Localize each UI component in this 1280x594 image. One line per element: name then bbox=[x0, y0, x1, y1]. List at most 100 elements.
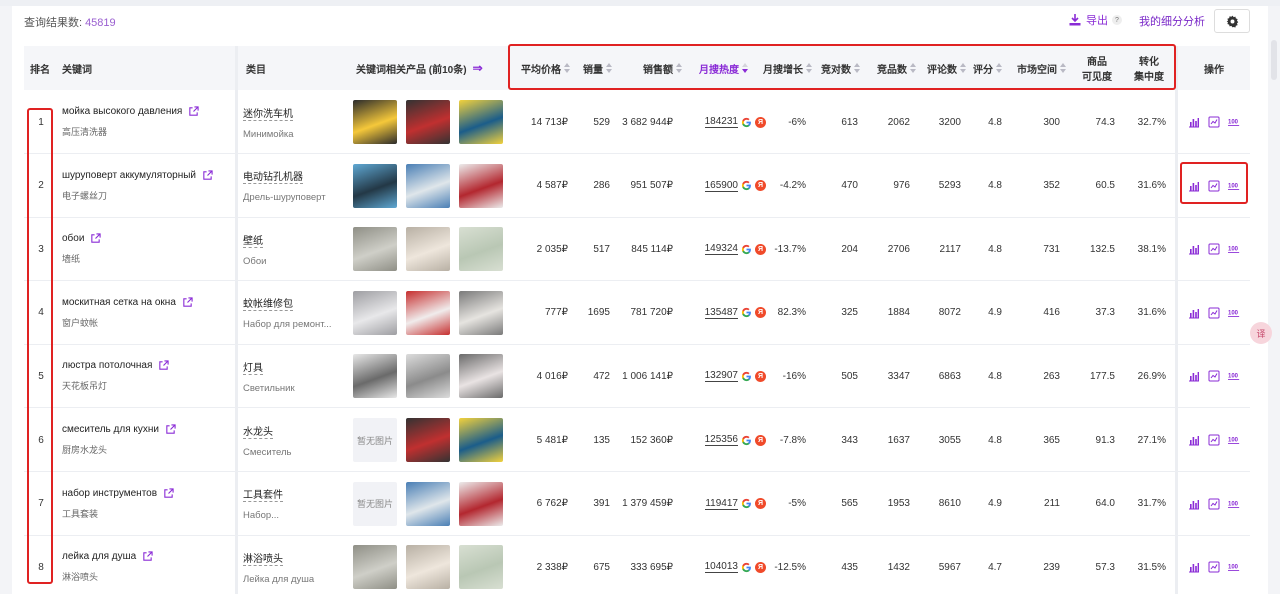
sort-icon[interactable] bbox=[806, 63, 812, 73]
google-icon[interactable] bbox=[741, 498, 752, 509]
keyword-ru[interactable]: лейка для душа bbox=[62, 551, 136, 562]
external-link-icon[interactable] bbox=[188, 106, 199, 117]
category-zh[interactable]: 蚊帐维修包 bbox=[243, 295, 293, 312]
top-100-icon[interactable]: 100 bbox=[1228, 116, 1240, 128]
google-icon[interactable] bbox=[741, 117, 752, 128]
product-thumbnail[interactable] bbox=[406, 545, 450, 590]
my-analysis-link[interactable]: 我的细分分析 bbox=[1139, 13, 1205, 29]
external-link-icon[interactable] bbox=[90, 233, 102, 244]
product-thumbnail[interactable] bbox=[459, 545, 503, 590]
analysis-icon[interactable] bbox=[1208, 561, 1220, 573]
external-link-icon[interactable] bbox=[142, 551, 153, 562]
product-thumbnail[interactable] bbox=[353, 354, 397, 399]
bar-chart-icon[interactable] bbox=[1188, 116, 1200, 128]
sort-icon[interactable] bbox=[1060, 63, 1066, 73]
sort-icon[interactable] bbox=[676, 63, 682, 73]
product-thumbnail[interactable] bbox=[459, 163, 503, 208]
product-thumbnail[interactable] bbox=[459, 100, 503, 144]
external-link-icon[interactable] bbox=[202, 169, 213, 181]
help-icon[interactable]: ? bbox=[1112, 15, 1122, 25]
product-thumbnail[interactable] bbox=[406, 481, 450, 526]
top-100-icon[interactable]: 100 bbox=[1228, 434, 1240, 446]
product-thumbnail[interactable] bbox=[353, 163, 397, 208]
keyword-ru[interactable]: шуруповерт аккумуляторный bbox=[62, 170, 196, 181]
bar-chart-icon[interactable] bbox=[1188, 243, 1200, 255]
header-competition[interactable]: 竞对数 bbox=[814, 46, 860, 90]
header-sales[interactable]: 销量 bbox=[572, 46, 612, 90]
monthly-heat-value[interactable]: 165900 bbox=[704, 180, 738, 192]
bar-chart-icon[interactable] bbox=[1188, 307, 1200, 319]
top-100-icon[interactable]: 100 bbox=[1228, 180, 1240, 192]
monthly-heat-value[interactable]: 135487 bbox=[704, 307, 738, 319]
google-icon[interactable] bbox=[741, 371, 752, 382]
keyword-ru[interactable]: смеситель для кухни bbox=[62, 424, 159, 435]
product-thumbnail[interactable] bbox=[406, 418, 450, 462]
monthly-heat-value[interactable]: 119417 bbox=[705, 498, 738, 510]
product-thumbnail[interactable] bbox=[406, 100, 450, 144]
header-monthly-growth[interactable]: 月搜增长 bbox=[752, 46, 812, 90]
category-zh[interactable]: 工具套件 bbox=[243, 486, 283, 503]
product-thumbnail[interactable] bbox=[353, 545, 397, 590]
keyword-ru[interactable]: набор инструментов bbox=[62, 488, 157, 499]
external-link-icon[interactable] bbox=[158, 360, 170, 371]
external-link-icon[interactable] bbox=[165, 424, 176, 435]
product-thumbnail[interactable] bbox=[406, 354, 450, 399]
monthly-heat-value[interactable]: 149324 bbox=[704, 243, 738, 256]
category-zh[interactable]: 迷你洗车机 bbox=[243, 105, 293, 121]
monthly-heat-value[interactable]: 104013 bbox=[704, 561, 738, 574]
google-icon[interactable] bbox=[741, 435, 752, 446]
product-thumbnail[interactable] bbox=[459, 290, 503, 335]
bar-chart-icon[interactable] bbox=[1188, 498, 1200, 510]
monthly-heat-value[interactable]: 184231 bbox=[704, 116, 738, 128]
analysis-icon[interactable] bbox=[1208, 498, 1220, 510]
product-thumbnail[interactable] bbox=[353, 290, 397, 335]
bar-chart-icon[interactable] bbox=[1188, 561, 1200, 573]
header-visibility[interactable]: 商品 可见度 bbox=[1072, 46, 1122, 90]
category-zh[interactable]: 淋浴喷头 bbox=[243, 550, 283, 566]
analysis-icon[interactable] bbox=[1208, 116, 1220, 128]
external-link-icon[interactable] bbox=[182, 297, 193, 308]
top-100-icon[interactable]: 100 bbox=[1228, 561, 1240, 573]
google-icon[interactable] bbox=[741, 562, 752, 573]
header-rating[interactable]: 评分 bbox=[966, 46, 1002, 90]
google-icon[interactable] bbox=[741, 307, 752, 318]
analysis-icon[interactable] bbox=[1208, 434, 1220, 446]
top-100-icon[interactable]: 100 bbox=[1228, 307, 1240, 319]
sort-icon[interactable] bbox=[996, 63, 1002, 73]
analysis-icon[interactable] bbox=[1208, 307, 1220, 319]
product-thumbnail[interactable] bbox=[353, 100, 397, 144]
analysis-icon[interactable] bbox=[1208, 243, 1220, 255]
top-100-icon[interactable]: 100 bbox=[1228, 370, 1240, 382]
keyword-ru[interactable]: люстра потолочная bbox=[62, 360, 152, 371]
external-link-icon[interactable] bbox=[163, 487, 174, 499]
google-icon[interactable] bbox=[741, 244, 752, 255]
category-zh[interactable]: 水龙头 bbox=[243, 423, 273, 439]
header-market-space[interactable]: 市场空间 bbox=[1008, 46, 1066, 90]
translate-float-button[interactable]: 译 bbox=[1250, 322, 1272, 344]
top-100-icon[interactable]: 100 bbox=[1228, 243, 1240, 255]
keyword-ru[interactable]: мойка высокого давления bbox=[62, 106, 182, 117]
export-button[interactable]: 导出 ? bbox=[1068, 12, 1122, 28]
product-thumbnail[interactable] bbox=[353, 227, 397, 272]
product-thumbnail-placeholder[interactable]: 暂无图片 bbox=[353, 481, 397, 526]
keyword-ru[interactable]: обои bbox=[62, 233, 84, 244]
settings-button[interactable] bbox=[1214, 9, 1250, 33]
product-thumbnail-placeholder[interactable]: 暂无图片 bbox=[353, 418, 397, 462]
monthly-heat-value[interactable]: 125356 bbox=[704, 434, 738, 446]
header-revenue[interactable]: 销售额 bbox=[624, 46, 682, 90]
product-thumbnail[interactable] bbox=[406, 290, 450, 335]
top-100-icon[interactable]: 100 bbox=[1228, 498, 1240, 510]
bar-chart-icon[interactable] bbox=[1188, 180, 1200, 192]
product-thumbnail[interactable] bbox=[459, 354, 503, 399]
header-conversion[interactable]: 转化 集中度 bbox=[1124, 46, 1174, 90]
keyword-ru[interactable]: москитная сетка на окна bbox=[62, 297, 176, 308]
product-thumbnail[interactable] bbox=[459, 418, 503, 462]
monthly-heat-value[interactable]: 132907 bbox=[704, 370, 738, 383]
category-zh[interactable]: 电动钻孔机器 bbox=[243, 168, 303, 185]
sort-icon[interactable] bbox=[606, 63, 612, 73]
sort-desc-icon[interactable] bbox=[742, 63, 748, 73]
header-reviews[interactable]: 评论数 bbox=[916, 46, 966, 90]
bar-chart-icon[interactable] bbox=[1188, 434, 1200, 446]
product-thumbnail[interactable] bbox=[459, 227, 503, 272]
product-thumbnail[interactable] bbox=[459, 481, 503, 526]
